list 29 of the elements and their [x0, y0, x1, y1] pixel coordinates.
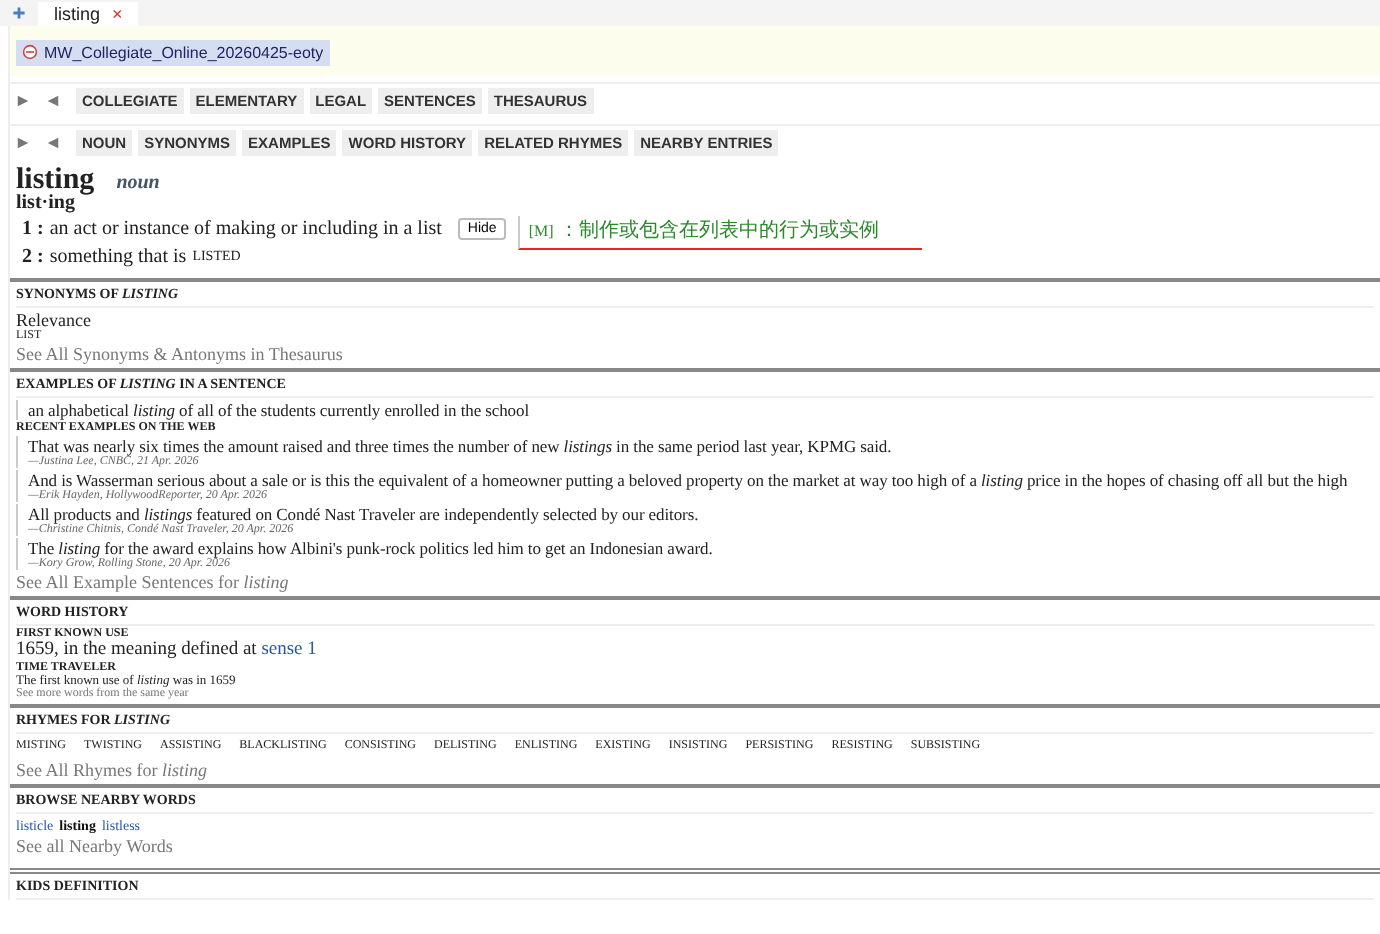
headword: listing: [16, 164, 95, 196]
see-all-link[interactable]: See all Nearby Words: [16, 836, 1374, 856]
see-all-link[interactable]: See All Rhymes for listing: [16, 760, 1374, 780]
sense-number: 1 :: [22, 217, 44, 239]
definition-text: an act or instance of making or including in a list: [49, 217, 442, 239]
dictionary-source-button[interactable]: MW_Collegiate_Online_20260425-eoty: [16, 39, 330, 65]
close-tab-button[interactable]: ×: [112, 3, 123, 23]
play-icon[interactable]: [16, 94, 30, 108]
definition-text: something that is: [49, 245, 187, 267]
part-of-speech: noun: [116, 172, 160, 194]
sense-number: 2 :: [22, 245, 44, 267]
example-sentence: And is Wasserman serious about a sale or is this the equivalent of a homeowner putting a beloved property on the market at way too high of a listing price in the hopes of chasing off all but the high: [28, 470, 1350, 490]
sort-label: Relevance: [16, 310, 93, 330]
add-tab-icon[interactable]: [12, 6, 26, 20]
back-icon[interactable]: [46, 94, 60, 108]
play-icon[interactable]: [16, 136, 30, 150]
translation: [M] ：制作或包含在列表中的行为或实例: [518, 216, 923, 250]
dictionary-icon: [22, 44, 38, 60]
see-all-link[interactable]: See All Synonyms & Antonyms in Thesaurus: [16, 344, 1374, 364]
example-sentence: That was nearly six times the amount raised and three times the number of new listings in the same period last year, KPMG said.: [28, 436, 894, 456]
tab[interactable]: listing ×: [38, 1, 139, 25]
example-sentence: The listing for the award explains how Albini's punk-rock politics led him to get an Indonesian award.: [28, 538, 715, 558]
syllables: list·ing: [16, 192, 75, 214]
first-use-text: 1659, in the meaning defined at: [16, 640, 257, 660]
example-sentence: an alphabetical listing of all of the students currently enrolled in the school: [16, 400, 1374, 420]
example-sentence: All products and listings featured on Condé Nast Traveler are independently selected by our editors.: [28, 504, 701, 524]
see-all-link[interactable]: See All Example Sentences for listing: [16, 572, 1374, 592]
back-icon[interactable]: [46, 136, 60, 150]
sense-link[interactable]: sense 1: [261, 640, 317, 660]
